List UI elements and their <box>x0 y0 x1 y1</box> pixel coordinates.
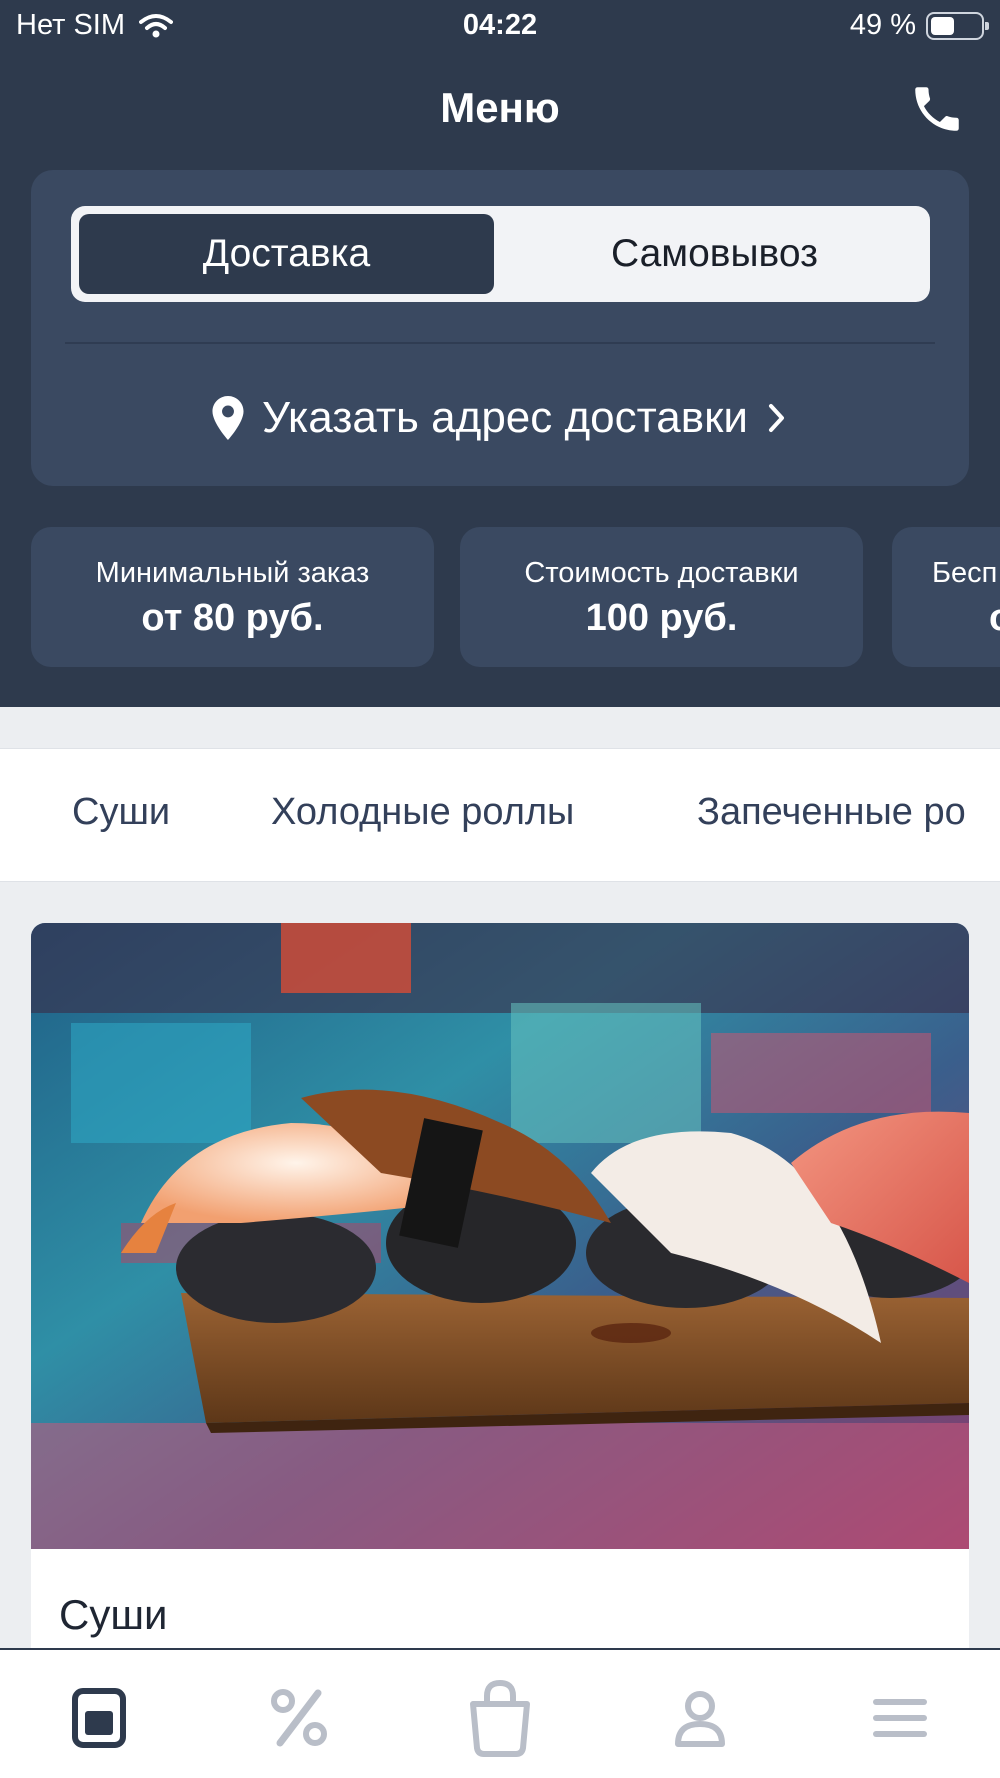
tab-profile[interactable] <box>660 1678 740 1758</box>
free-delivery-card: Бесп о <box>892 527 1000 667</box>
battery-icon <box>926 11 989 40</box>
delivery-mode-selector: Доставка Самовывоз <box>71 206 930 302</box>
tab-sushi[interactable]: Суши <box>72 791 170 834</box>
chevron-right-icon <box>768 404 784 432</box>
segment-delivery[interactable]: Доставка <box>79 214 494 294</box>
set-address-button[interactable]: Указать адрес доставки <box>31 390 969 446</box>
tab-cart[interactable] <box>460 1678 540 1758</box>
min-order-card: Минимальный заказ от 80 руб. <box>31 527 434 667</box>
location-pin-icon <box>212 396 244 440</box>
shopping-bag-icon <box>470 1679 530 1757</box>
free-delivery-value: о <box>989 597 1000 640</box>
battery-percent: 49 % <box>849 9 916 41</box>
page-title: Меню <box>440 84 560 131</box>
address-label: Указать адрес доставки <box>262 393 748 442</box>
divider <box>65 342 935 344</box>
delivery-cost-label: Стоимость доставки <box>524 557 799 589</box>
sushi-photo <box>31 923 969 1549</box>
min-order-label: Минимальный заказ <box>95 557 370 589</box>
min-order-value: от 80 руб. <box>141 597 324 639</box>
status-bar: Нет SIM 04:22 49 % <box>0 0 1000 50</box>
tab-cold-rolls[interactable]: Холодные роллы <box>271 791 574 834</box>
category-card-sushi[interactable]: Суши <box>31 923 969 1663</box>
percent-icon <box>271 1689 327 1747</box>
tab-menu[interactable] <box>59 1678 139 1758</box>
free-delivery-label: Бесп <box>932 557 998 589</box>
menu-icon <box>72 1688 126 1748</box>
status-right: 49 % <box>849 9 989 42</box>
profile-icon <box>675 1691 725 1747</box>
tab-promotions[interactable] <box>259 1678 339 1758</box>
bottom-tab-bar <box>0 1648 1000 1778</box>
category-title: Суши <box>59 1591 168 1638</box>
hamburger-icon <box>873 1699 927 1737</box>
phone-icon <box>915 87 959 131</box>
segment-pickup[interactable]: Самовывоз <box>507 214 922 294</box>
delivery-card: Доставка Самовывоз Указать адрес доставк… <box>31 170 969 486</box>
battery-level <box>931 16 954 35</box>
category-tabs[interactable]: Суши Холодные роллы Запеченные ро <box>0 748 1000 882</box>
tab-more[interactable] <box>860 1678 940 1758</box>
tab-baked-rolls[interactable]: Запеченные ро <box>697 791 966 834</box>
delivery-cost-value: 100 руб. <box>585 597 738 639</box>
delivery-cost-card: Стоимость доставки 100 руб. <box>460 527 863 667</box>
call-button[interactable] <box>908 80 966 138</box>
